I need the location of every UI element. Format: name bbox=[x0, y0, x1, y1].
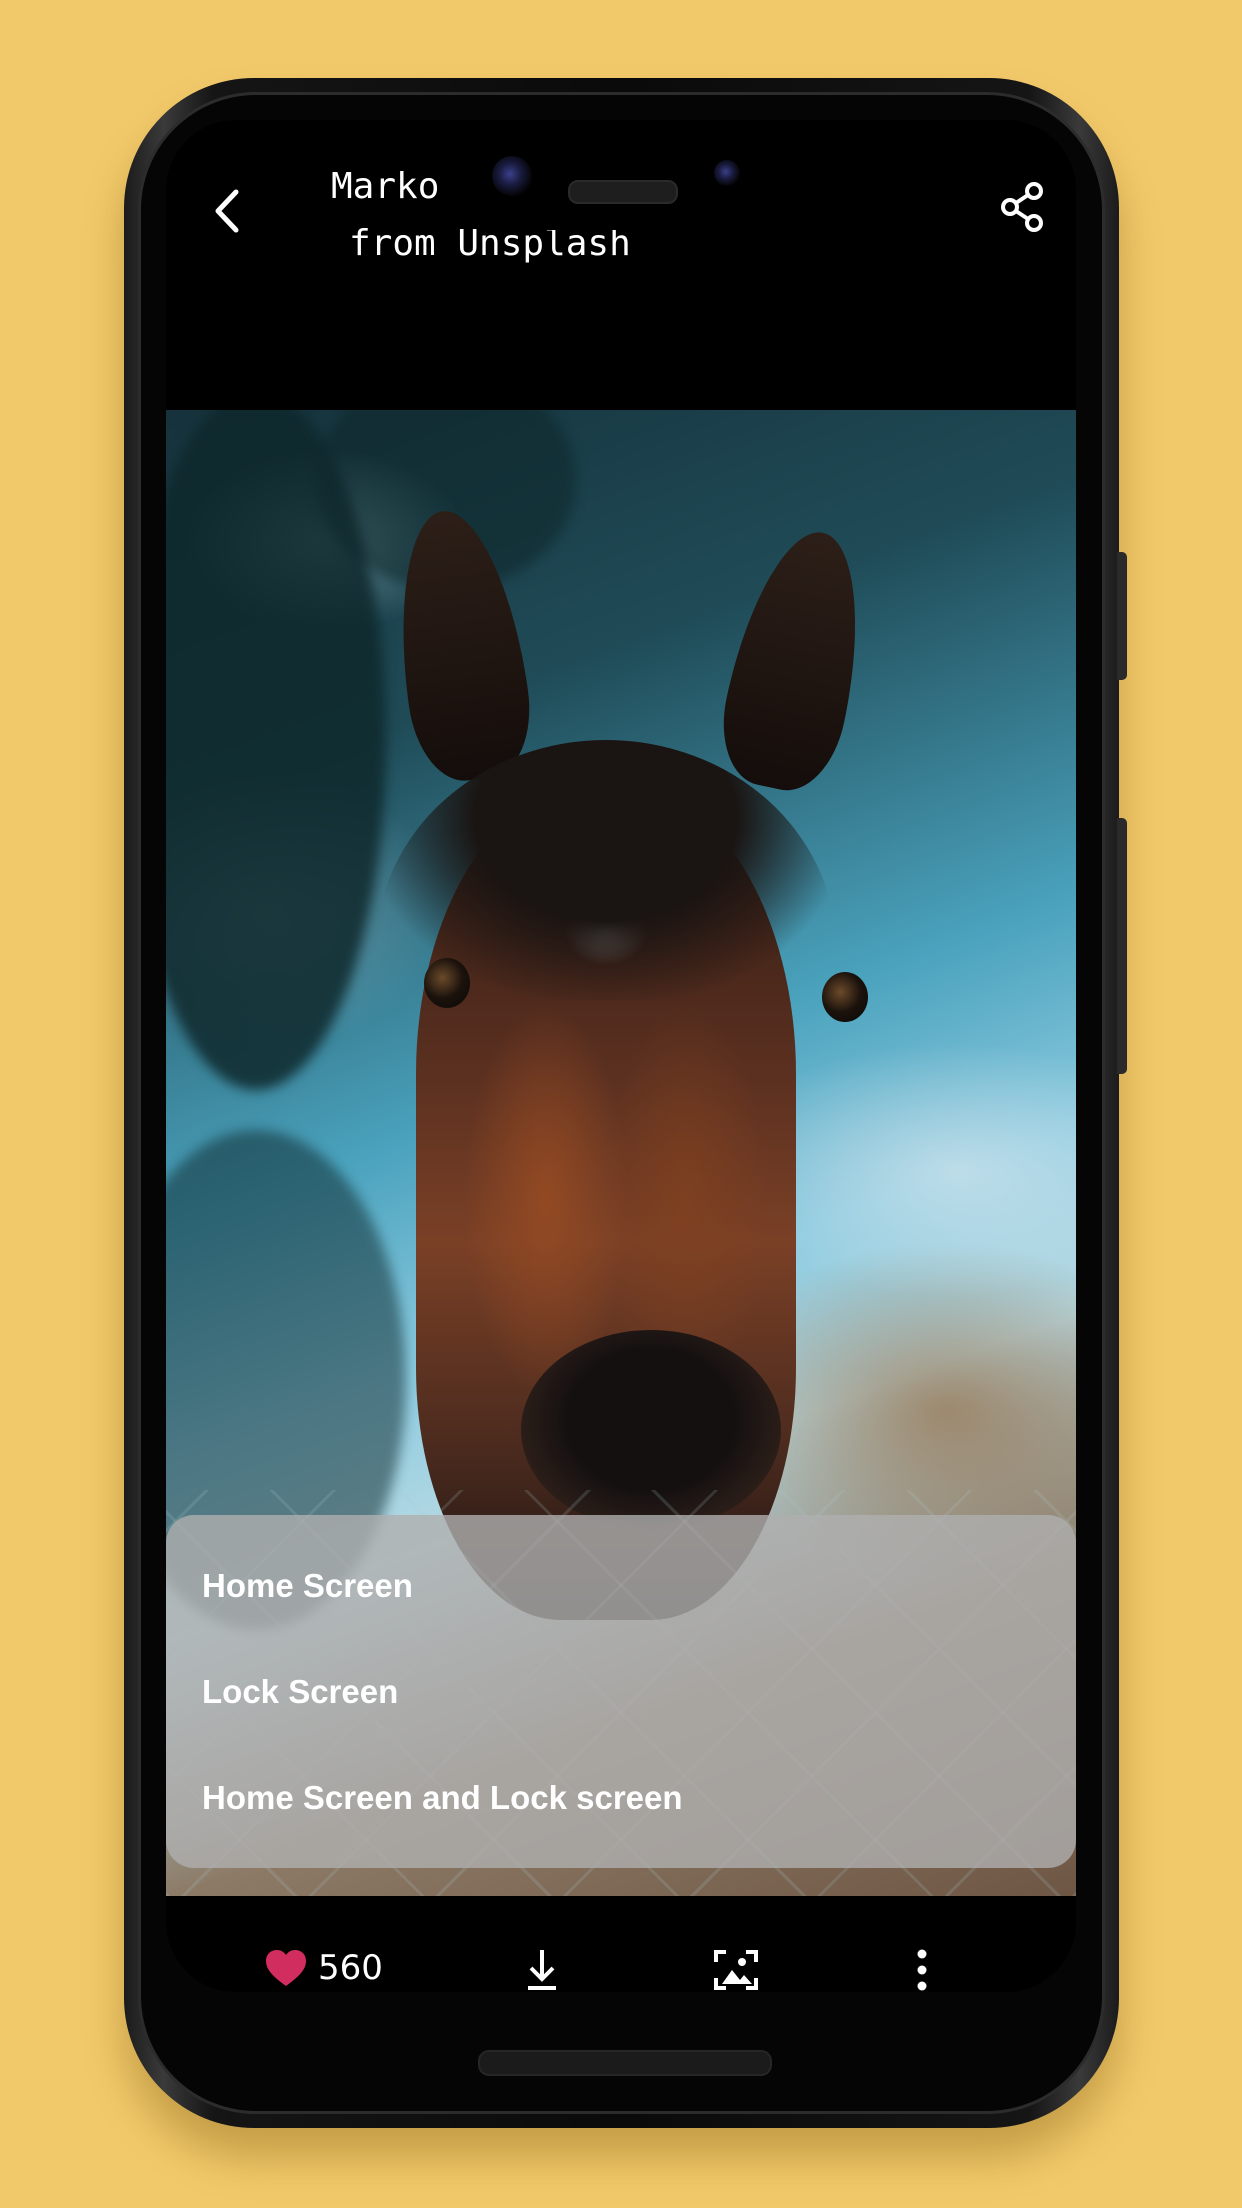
sensor-icon bbox=[714, 160, 740, 186]
share-icon bbox=[1001, 182, 1043, 232]
horse-right-eye bbox=[822, 972, 868, 1022]
set-wallpaper-menu: Home Screen Lock Screen Home Screen and … bbox=[166, 1515, 1076, 1868]
menu-item-home-and-lock-screen[interactable]: Home Screen and Lock screen bbox=[202, 1748, 1042, 1848]
bottom-action-bar: 560 bbox=[166, 1896, 1076, 1992]
more-options-button[interactable] bbox=[910, 1948, 934, 1992]
earpiece-speaker bbox=[568, 180, 678, 204]
app-screen: Marko from Unsplash Home Screen Lock Scr… bbox=[166, 120, 1076, 1992]
horse-left-eye bbox=[424, 958, 470, 1008]
camera-notch bbox=[460, 122, 782, 230]
download-button[interactable] bbox=[518, 1948, 566, 1992]
volume-button bbox=[1117, 818, 1127, 1074]
heart-icon bbox=[266, 1950, 306, 1986]
home-indicator bbox=[478, 2050, 772, 2076]
power-button bbox=[1117, 552, 1127, 680]
back-button[interactable] bbox=[204, 182, 252, 240]
like-count: 560 bbox=[318, 1948, 383, 1988]
menu-item-home-screen[interactable]: Home Screen bbox=[202, 1536, 1042, 1636]
front-camera-icon bbox=[492, 156, 532, 196]
more-vert-icon bbox=[917, 1949, 927, 1991]
like-button[interactable]: 560 bbox=[264, 1938, 383, 1992]
menu-item-lock-screen[interactable]: Lock Screen bbox=[202, 1642, 1042, 1742]
horse-right-ear bbox=[710, 520, 882, 800]
share-button[interactable] bbox=[996, 178, 1050, 236]
set-wallpaper-button[interactable] bbox=[712, 1948, 760, 1992]
chevron-left-icon bbox=[215, 189, 239, 233]
download-icon bbox=[528, 1950, 556, 1990]
set-wallpaper-icon bbox=[714, 1950, 758, 1990]
